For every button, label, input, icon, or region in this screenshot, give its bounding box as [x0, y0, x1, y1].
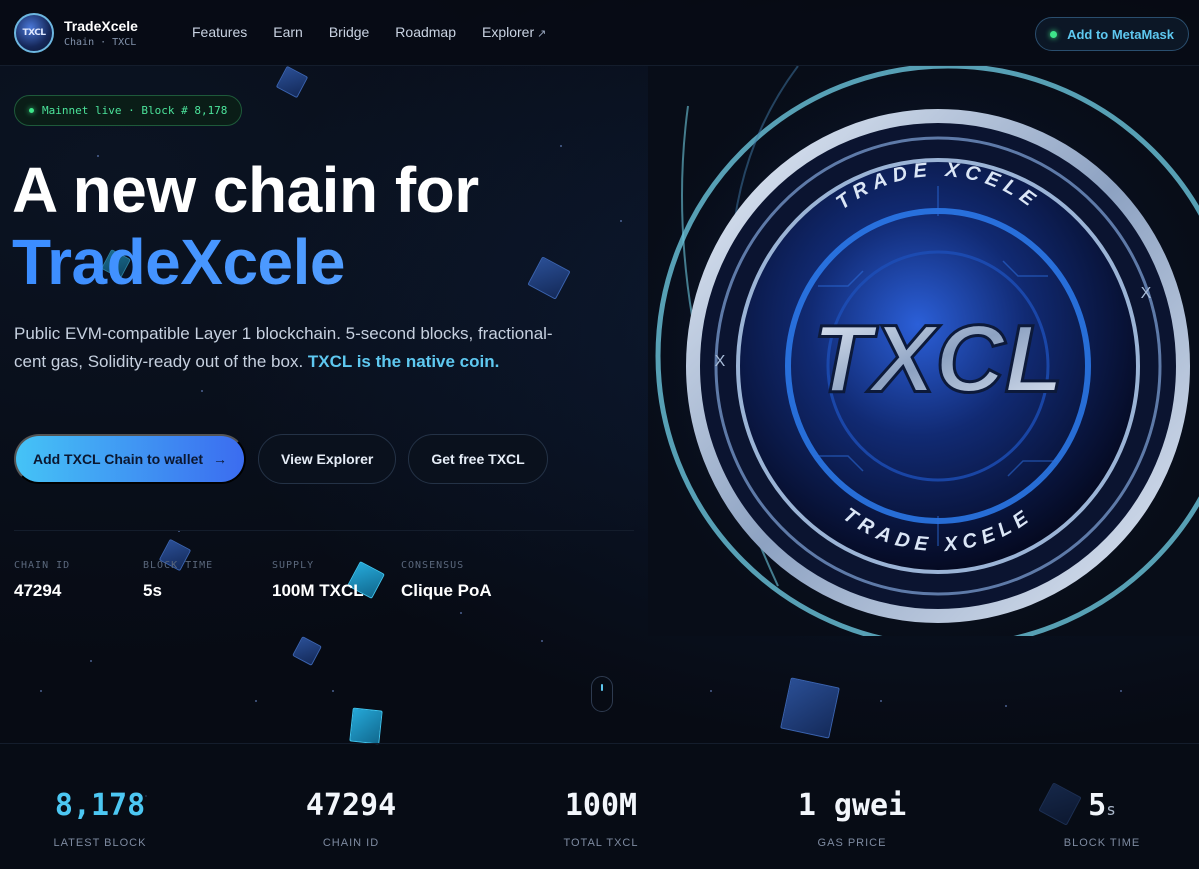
- stat-value: 8,178: [54, 788, 146, 823]
- external-link-icon: ↗: [537, 28, 547, 40]
- stat-label: BLOCK TIME: [1063, 837, 1141, 849]
- stat-latest-block: 8,178 LATEST BLOCK: [0, 788, 200, 849]
- fact-value: 5s: [143, 581, 162, 600]
- chain-facts: CHAIN ID 47294 BLOCK TIME 5s SUPPLY 100M…: [14, 560, 530, 601]
- coin-center-text: TXCL: [813, 305, 1064, 412]
- stat-label: GAS PRICE: [817, 837, 887, 849]
- floating-cube-icon: [349, 707, 383, 745]
- fact-label: CONSENSUS: [401, 560, 465, 571]
- brand-subtitle: Chain · TXCL: [64, 37, 137, 48]
- nav-link-bridge[interactable]: Bridge: [329, 24, 369, 40]
- stat-label: TOTAL TXCL: [563, 837, 639, 849]
- stat-value: 47294: [305, 788, 397, 823]
- stat-value: 5: [1088, 788, 1107, 823]
- top-nav: TXCL TradeXcele Chain · TXCL Features Ea…: [0, 0, 1199, 66]
- stat-value-wrap: 5s: [1002, 788, 1199, 823]
- floating-cube-icon: [780, 677, 840, 739]
- stat-label: CHAIN ID: [322, 837, 380, 849]
- stat-value: 100M: [564, 788, 638, 823]
- hero-divider: [14, 530, 634, 531]
- hero-description-highlight: TXCL is the native coin.: [307, 352, 500, 371]
- fact-supply: SUPPLY 100M TXCL: [272, 560, 401, 601]
- live-dot-icon: [29, 108, 34, 113]
- floating-cube-icon: [292, 636, 322, 666]
- fact-value: 100M TXCL: [272, 581, 364, 600]
- fact-block-time: BLOCK TIME 5s: [143, 560, 272, 601]
- brand-name: TradeXcele: [64, 18, 138, 34]
- brand-logo[interactable]: TXCL TradeXcele Chain · TXCL: [14, 13, 138, 53]
- mouse-wheel-icon: [601, 684, 603, 691]
- nav-links: Features Earn Bridge Roadmap Explorer ↗: [192, 24, 546, 40]
- add-to-metamask-button[interactable]: Add to MetaMask: [1035, 17, 1189, 51]
- mainnet-status-pill: Mainnet live · Block # 8,178: [14, 95, 243, 126]
- network-stats-bar: 8,178 LATEST BLOCK 47294 CHAIN ID 100M T…: [0, 743, 1199, 869]
- add-chain-to-wallet-label: Add TXCL Chain to wallet: [32, 451, 204, 467]
- nav-link-explorer-label: Explorer: [482, 24, 535, 40]
- coin-side-mark-left: X: [715, 353, 726, 370]
- add-chain-to-wallet-button[interactable]: Add TXCL Chain to wallet →: [14, 434, 246, 484]
- view-explorer-button[interactable]: View Explorer: [258, 434, 397, 484]
- scroll-down-indicator[interactable]: [591, 676, 613, 712]
- coin-graphic: TRADE XCELE TRADE XCELE TXCL X X: [648, 66, 1199, 636]
- mainnet-status-text: Mainnet live · Block # 8,178: [42, 104, 228, 117]
- fact-label: BLOCK TIME: [143, 560, 214, 571]
- nav-link-roadmap[interactable]: Roadmap: [395, 24, 456, 40]
- coin-side-mark-right: X: [1141, 285, 1152, 302]
- hero-title-line2: TradeXcele: [12, 226, 479, 298]
- get-free-txcl-button[interactable]: Get free TXCL: [408, 434, 548, 484]
- nav-link-earn[interactable]: Earn: [273, 24, 303, 40]
- stat-unit: s: [1106, 800, 1116, 819]
- txcl-coin-illustration: TRADE XCELE TRADE XCELE TXCL X X: [648, 66, 1199, 636]
- nav-link-features[interactable]: Features: [192, 24, 247, 40]
- stat-block-time: 5s BLOCK TIME: [1002, 788, 1199, 849]
- add-to-metamask-label: Add to MetaMask: [1067, 26, 1174, 42]
- fact-consensus: CONSENSUS Clique PoA: [401, 560, 530, 601]
- stat-gas-price: 1 gwei GAS PRICE: [752, 788, 952, 849]
- floating-cube-icon: [527, 256, 571, 300]
- stat-value: 1 gwei: [797, 788, 907, 823]
- fact-value: Clique PoA: [401, 581, 492, 600]
- logo-coin-icon: TXCL: [14, 13, 54, 53]
- arrow-right-icon: →: [213, 451, 228, 467]
- stat-total-txcl: 100M TOTAL TXCL: [501, 788, 701, 849]
- floating-cube-icon: [275, 65, 309, 99]
- status-dot-icon: [1050, 30, 1058, 38]
- hero-description: Public EVM-compatible Layer 1 blockchain…: [14, 320, 554, 376]
- fact-label: CHAIN ID: [14, 560, 71, 571]
- hero-title: A new chain for TradeXcele: [12, 154, 479, 298]
- stat-chain-id: 47294 CHAIN ID: [251, 788, 451, 849]
- fact-label: SUPPLY: [272, 560, 315, 571]
- fact-value: 47294: [14, 581, 62, 600]
- hero-title-line1: A new chain for: [12, 154, 479, 226]
- nav-link-explorer[interactable]: Explorer ↗: [482, 24, 546, 40]
- hero-actions: Add TXCL Chain to wallet → View Explorer…: [14, 434, 548, 484]
- fact-chain-id: CHAIN ID 47294: [14, 560, 143, 601]
- stat-label: LATEST BLOCK: [53, 837, 147, 849]
